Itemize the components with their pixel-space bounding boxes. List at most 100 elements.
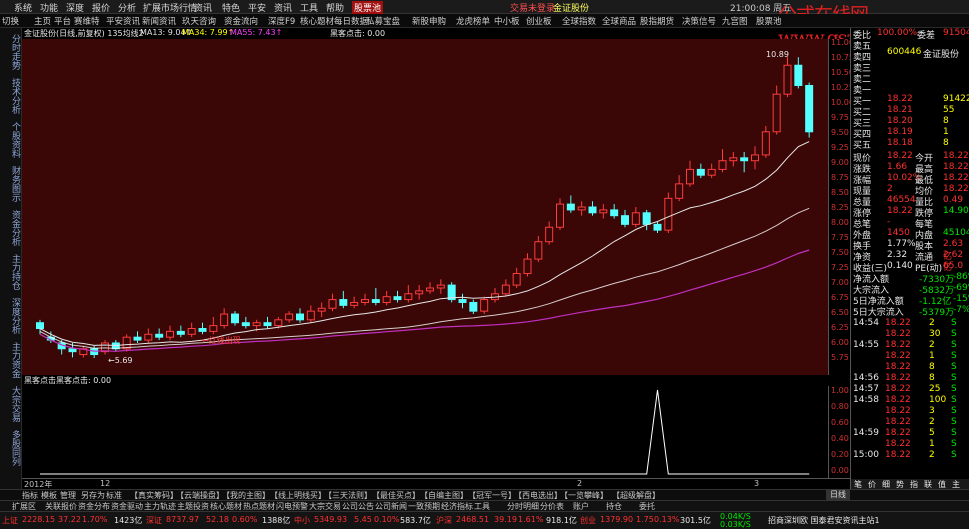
tick-price: 18.22 (885, 428, 911, 438)
stat-value: 18.22 (887, 206, 913, 216)
toolbar-item-8[interactable]: 深度F9 (268, 15, 295, 27)
sub-indicator-info: 黑客点击 黑客点击: 0.00 (22, 375, 822, 386)
menu-function[interactable]: 功能 (40, 1, 58, 14)
buy-volume: 1 (943, 127, 949, 137)
candle-body (458, 299, 467, 303)
toolbar-item-19[interactable]: 决策信号 (682, 15, 716, 27)
menu-pingan[interactable]: 平安 (248, 1, 266, 14)
news-ticker[interactable]: 招商深圳欧 国泰君安资讯主站1 (768, 515, 880, 526)
zx-label[interactable]: 中小 (294, 515, 310, 526)
tick-volume: 8 (929, 362, 935, 372)
menu-ext-market[interactable]: 扩展市场行情 (143, 1, 197, 14)
tick-volume: 5 (929, 428, 935, 438)
menu-special[interactable]: 特色 (222, 1, 240, 14)
tick-time: 14:59 (853, 428, 879, 438)
menu-tools[interactable]: 工具 (300, 1, 318, 14)
candle-body (664, 197, 673, 231)
toolbar-item-13[interactable]: 龙虎榜单 (456, 15, 490, 27)
sh-label[interactable]: 上证 (2, 515, 18, 526)
stat-value-2: 18.22 (943, 184, 969, 194)
buy-volume: 8 (943, 138, 949, 148)
stat-value: - (887, 217, 891, 227)
tick-price: 18.22 (885, 450, 911, 460)
toolbar-item-2[interactable]: 平台 (54, 15, 71, 27)
stat-value: 0.140 (887, 261, 913, 271)
tick-price: 18.22 (885, 329, 911, 339)
candle-body (415, 290, 424, 295)
toolbar-item-6[interactable]: 玖天咨询 (182, 15, 216, 27)
candle-body (176, 330, 185, 335)
left-nav-item-7[interactable]: 主力资金 (2, 342, 20, 378)
left-nav-item-3[interactable]: 财务图示 (2, 166, 20, 202)
candle-body (772, 93, 781, 133)
menu-quote[interactable]: 报价 (92, 1, 110, 14)
flow-pct: -86% (953, 272, 969, 282)
toolbar-item-12[interactable]: 新股申购 (412, 15, 446, 27)
sub-chart[interactable] (22, 386, 828, 478)
candle-body (155, 333, 164, 338)
toolbar-item-9[interactable]: 核心题材 (300, 15, 334, 27)
toolbar-item-20[interactable]: 九宫图 (722, 15, 748, 27)
left-nav-item-0[interactable]: 分时走势 (2, 34, 20, 70)
candle-body (252, 322, 261, 327)
left-nav-item-2[interactable]: 个股资料 (2, 122, 20, 158)
toolbar-item-0[interactable]: 切换 (2, 15, 19, 27)
hs-label[interactable]: 沪深 (436, 515, 452, 526)
toolbar-item-4[interactable]: 平安资讯 (106, 15, 140, 27)
stat-value: 46554 (887, 195, 916, 205)
candle-body (285, 313, 294, 321)
menu-help[interactable]: 帮助 (326, 1, 344, 14)
toolbar-item-7[interactable]: 资金流向 (224, 15, 258, 27)
buy-volume: 55 (943, 105, 955, 115)
menu-news[interactable]: 资讯 (274, 1, 292, 14)
menu-system[interactable]: 系统 (14, 1, 32, 14)
candle-body (339, 299, 348, 306)
trade-status[interactable]: 交易未登录 (510, 1, 555, 14)
stat-value: 1450 (887, 228, 910, 238)
candle-body (144, 333, 153, 341)
toolbar-item-16[interactable]: 全球指数 (562, 15, 596, 27)
toolbar-item-21[interactable]: 股票池 (756, 15, 782, 27)
candle-body (328, 299, 337, 309)
toolbar-item-3[interactable]: 赛维特 (74, 15, 100, 27)
left-nav-item-5[interactable]: 主力持仓 (2, 254, 20, 290)
left-nav-item-8[interactable]: 大宗交易 (2, 386, 20, 422)
candle-body (317, 307, 326, 312)
menu-depth[interactable]: 深度 (66, 1, 84, 14)
cy-label[interactable]: 创业 (580, 515, 596, 526)
left-nav-item-1[interactable]: 技术分析 (2, 78, 20, 114)
daily-button[interactable]: 日线 (826, 489, 850, 500)
menu-analysis[interactable]: 分析 (118, 1, 136, 14)
sell-row: 卖三 (851, 61, 969, 74)
stat-value-2: 14.90 (943, 206, 969, 216)
toolbar-item-5[interactable]: 新闻资讯 (142, 15, 176, 27)
sub-tick: 0.80 (831, 402, 849, 411)
toolbar-item-17[interactable]: 全球商品 (602, 15, 636, 27)
tick-time: 14:55 (853, 340, 879, 350)
tick-time: 14:54 (853, 318, 879, 328)
candle-body (480, 299, 489, 312)
price-tick: 7.50 (831, 248, 849, 257)
toolbar-item-14[interactable]: 中小板 (494, 15, 520, 27)
candle-body (350, 301, 359, 306)
toolbar-item-11[interactable]: 私募宝盘 (366, 15, 400, 27)
flow-row: 大宗流入-5832万-69% (851, 283, 969, 296)
candle-body (382, 296, 391, 303)
candle-body (166, 330, 174, 338)
menu-info[interactable]: 资讯 (194, 1, 212, 14)
cy-pct: 0.13% (654, 515, 680, 524)
toolbar-item-18[interactable]: 股指期货 (640, 15, 674, 27)
left-nav-item-4[interactable]: 资金分析 (2, 210, 20, 246)
price-tick: 9.75 (831, 113, 849, 122)
toolbar-item-1[interactable]: 主页 (34, 15, 51, 27)
tick-side: S (951, 329, 957, 339)
speed-down: 0.03K/S (720, 520, 751, 529)
menu-stock-pool[interactable]: 股票池 (352, 1, 384, 14)
price-chart[interactable]: 10.89 ←5.69 ←红线出现 (22, 39, 828, 375)
left-nav-item-9[interactable]: 多股同列 (2, 430, 20, 466)
toolbar-item-10[interactable]: 每日数据 (334, 15, 368, 27)
left-nav-item-6[interactable]: 深度分析 (2, 298, 20, 334)
candle-body (621, 215, 629, 225)
toolbar-item-15[interactable]: 创业板 (526, 15, 552, 27)
sz-label[interactable]: 深证 (146, 515, 162, 526)
